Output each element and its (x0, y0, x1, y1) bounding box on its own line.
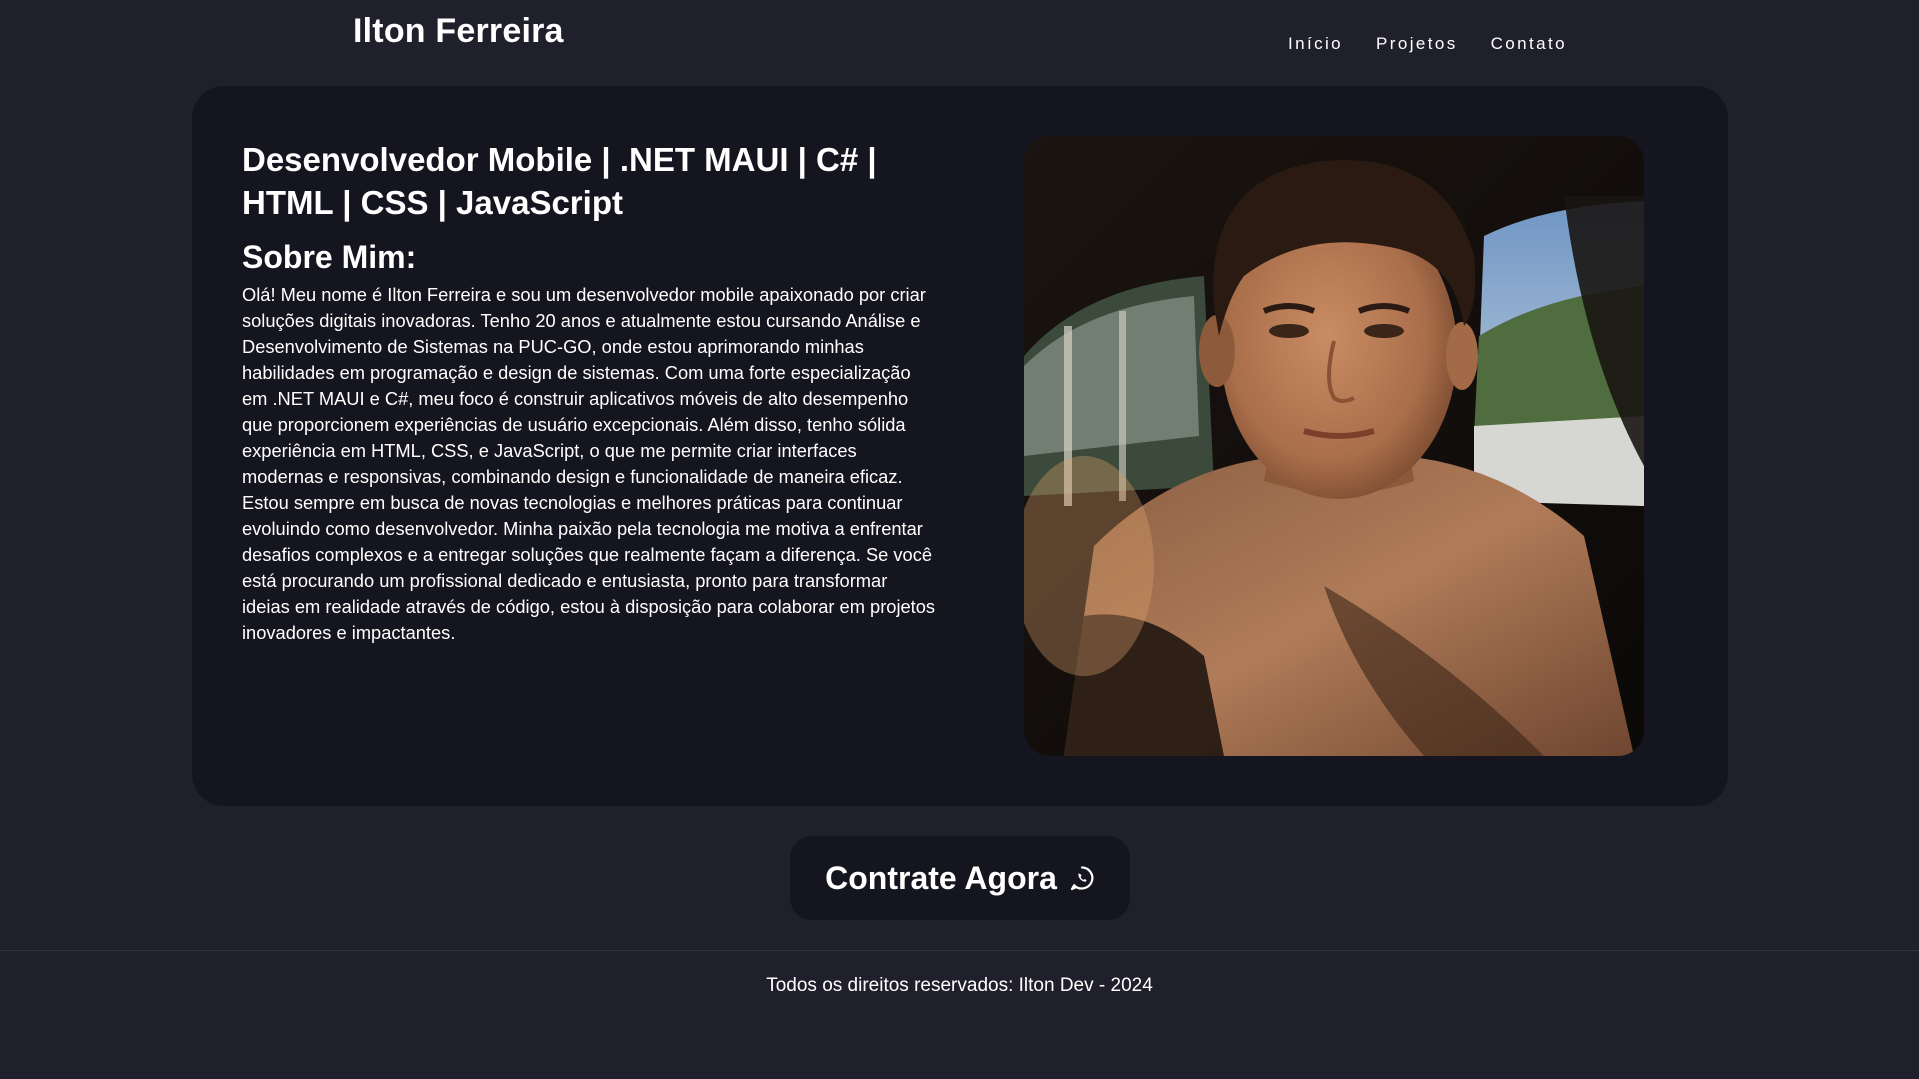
nav-link-contato[interactable]: Contato (1491, 34, 1567, 54)
contrate-agora-button[interactable]: Contrate Agora (790, 836, 1130, 920)
about-text: Olá! Meu nome é Ilton Ferreira e sou um … (242, 284, 936, 643)
about-title: Sobre Mim: (242, 239, 417, 275)
site-title[interactable]: Ilton Ferreira (353, 12, 564, 51)
page: Ilton Ferreira Início Projetos Contato D… (0, 0, 1919, 1079)
profile-photo (1024, 136, 1644, 756)
cta-label: Contrate Agora (825, 859, 1057, 896)
nav-link-projetos[interactable]: Projetos (1376, 34, 1458, 54)
footer-text: Todos os direitos reservados: Ilton Dev … (766, 975, 1153, 996)
nav-link-inicio[interactable]: Início (1288, 34, 1343, 54)
main-nav: Início Projetos Contato (1288, 34, 1567, 54)
footer: Todos os direitos reservados: Ilton Dev … (0, 950, 1919, 1079)
about-card: Desenvolvedor Mobile | .NET MAUI | C# | … (192, 86, 1728, 806)
whatsapp-icon (1069, 865, 1095, 891)
headline: Desenvolvedor Mobile | .NET MAUI | C# | … (242, 141, 877, 221)
